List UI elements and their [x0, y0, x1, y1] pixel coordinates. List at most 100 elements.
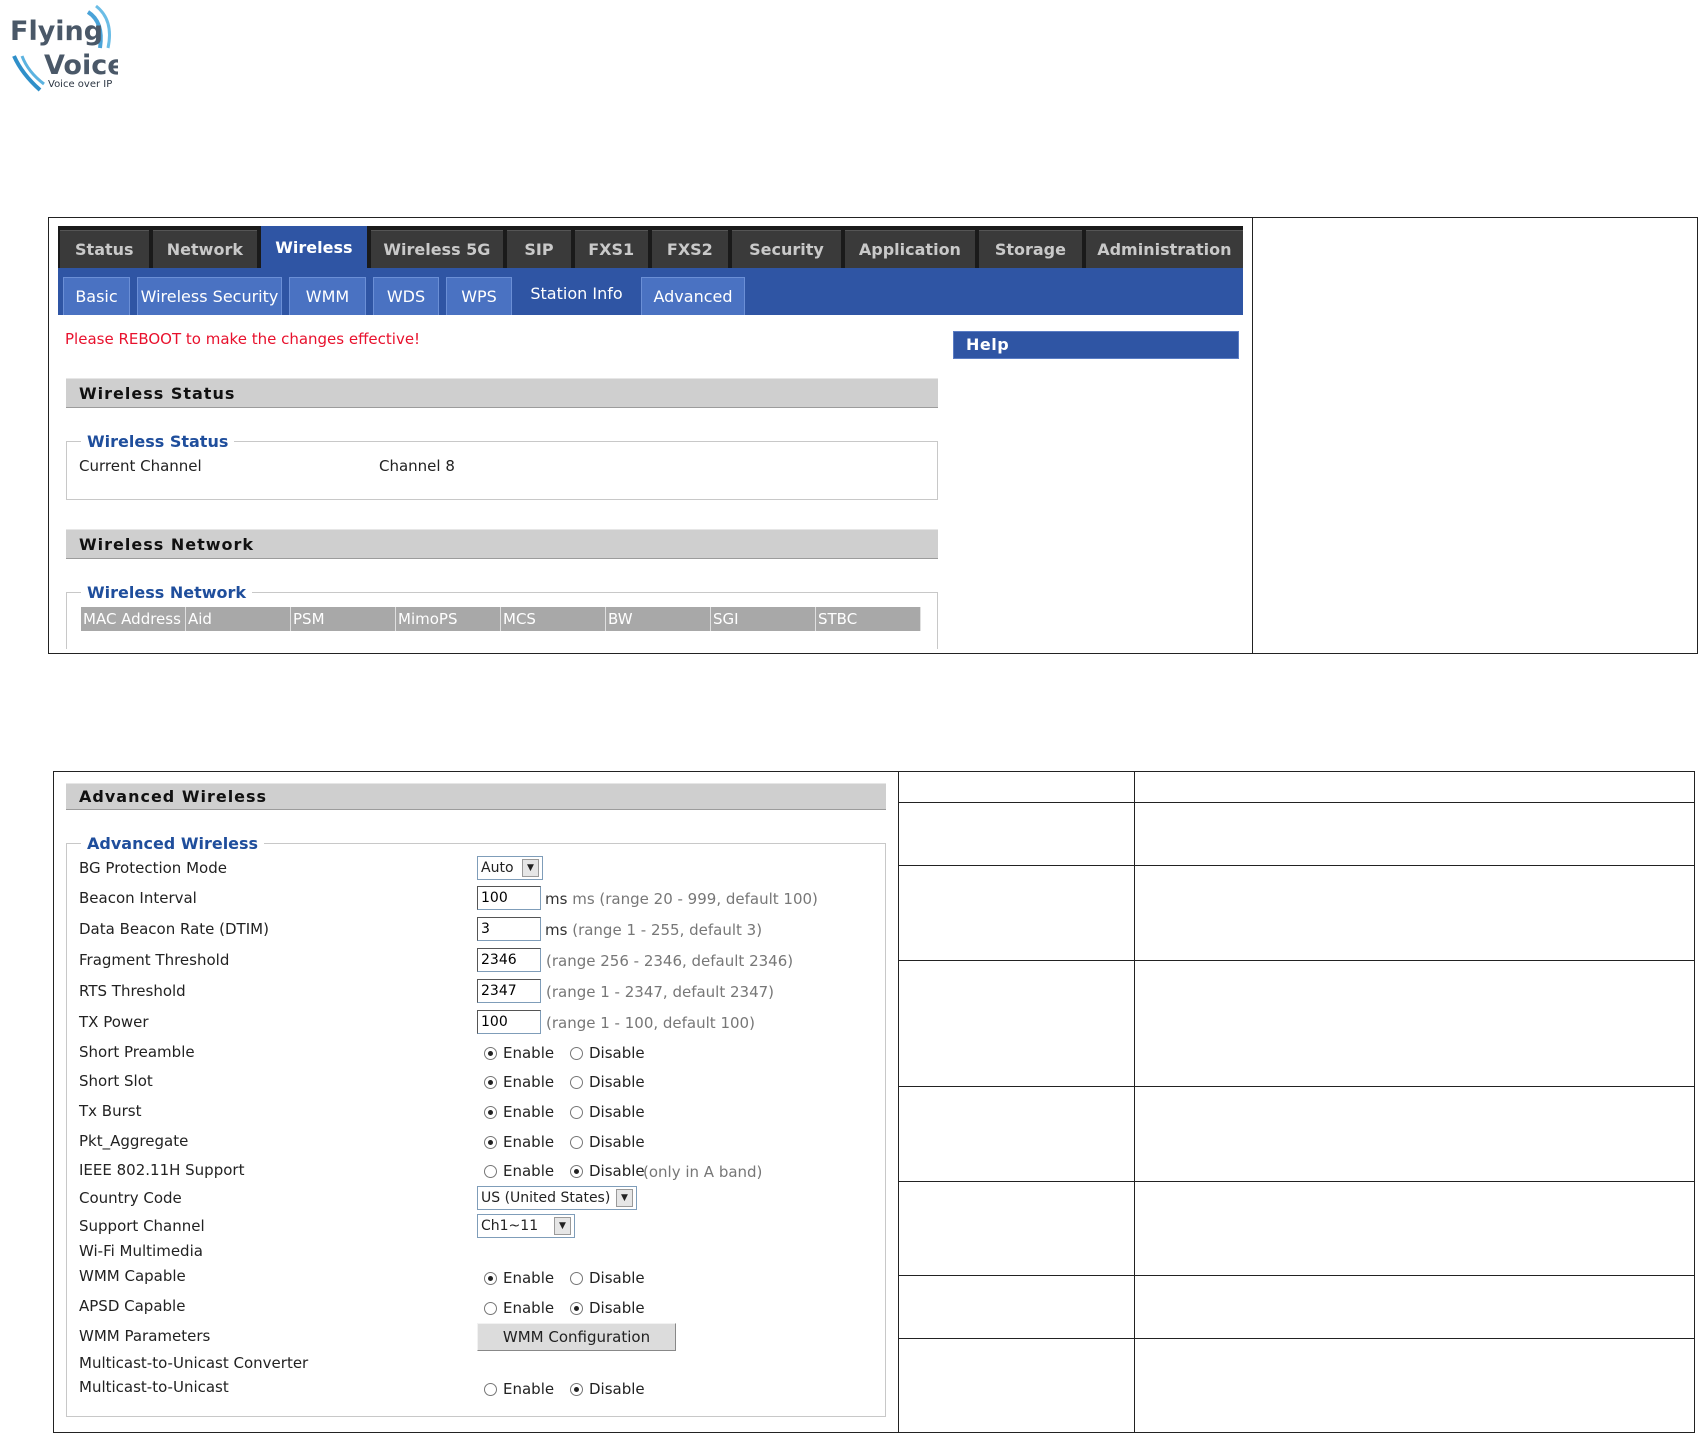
- dtim-range: (range 1 - 255, default 3): [572, 921, 763, 939]
- radio-selected-icon: [570, 1301, 583, 1315]
- support-channel-select[interactable]: Ch1~11 ▼: [477, 1214, 575, 1238]
- wmm-parameters-label: WMM Parameters: [79, 1327, 211, 1345]
- ieee-80211h-disable-radio[interactable]: Disable: [570, 1162, 645, 1180]
- tab-storage[interactable]: Storage: [979, 230, 1082, 268]
- radio-unselected-icon: [484, 1382, 497, 1396]
- subtab-wireless-security[interactable]: Wireless Security: [137, 277, 282, 315]
- station-table-header: MAC Address Aid PSM MimoPS MCS BW SGI ST…: [81, 607, 923, 631]
- subtab-wps[interactable]: WPS: [446, 277, 512, 315]
- tab-security[interactable]: Security: [732, 230, 841, 268]
- rts-threshold-label: RTS Threshold: [79, 982, 186, 1000]
- sub-nav: Basic Wireless Security WMM WDS WPS Stat…: [58, 268, 1243, 315]
- tx-power-label: TX Power: [79, 1013, 149, 1031]
- short-slot-disable-radio[interactable]: Disable: [570, 1073, 645, 1091]
- subtab-wds[interactable]: WDS: [373, 277, 439, 315]
- wmm-capable-disable-radio[interactable]: Disable: [570, 1269, 645, 1287]
- multicast-disable-radio[interactable]: Disable: [570, 1380, 645, 1398]
- radio-selected-icon: [484, 1046, 497, 1060]
- table-rule: [898, 802, 1695, 803]
- column-sgi: SGI: [711, 607, 816, 631]
- disable-label: Disable: [589, 1269, 645, 1287]
- wmm-capable-enable-radio[interactable]: Enable: [484, 1269, 554, 1287]
- enable-label: Enable: [503, 1044, 555, 1062]
- radio-selected-icon: [484, 1075, 497, 1089]
- multicast-enable-radio[interactable]: Enable: [484, 1380, 554, 1398]
- subtab-advanced[interactable]: Advanced: [641, 277, 745, 315]
- subtab-station-info[interactable]: Station Info: [519, 271, 634, 315]
- tab-sip[interactable]: SIP: [507, 230, 571, 268]
- table-rule: [898, 1086, 1695, 1087]
- tx-power-input[interactable]: [477, 1010, 541, 1034]
- tab-network[interactable]: Network: [152, 230, 258, 268]
- fragment-threshold-input[interactable]: [477, 948, 541, 972]
- enable-label: Enable: [503, 1269, 555, 1287]
- tx-burst-enable-radio[interactable]: Enable: [484, 1103, 554, 1121]
- country-code-label: Country Code: [79, 1189, 182, 1207]
- tab-wireless-5g[interactable]: Wireless 5G: [370, 230, 504, 268]
- radio-unselected-icon: [570, 1105, 583, 1119]
- multicast-converter-label: Multicast-to-Unicast Converter: [79, 1354, 309, 1372]
- apsd-capable-disable-radio[interactable]: Disable: [570, 1299, 645, 1317]
- multicast-to-unicast-label: Multicast-to-Unicast: [79, 1378, 229, 1396]
- bg-protection-value: Auto: [481, 860, 514, 876]
- radio-unselected-icon: [570, 1135, 583, 1149]
- radio-selected-icon: [484, 1105, 497, 1119]
- disable-label: Disable: [589, 1044, 645, 1062]
- subtab-basic[interactable]: Basic: [63, 277, 130, 315]
- subtab-wmm[interactable]: WMM: [289, 277, 366, 315]
- rts-threshold-hint: (range 1 - 2347, default 2347): [546, 983, 775, 1001]
- disable-label: Disable: [589, 1073, 645, 1091]
- beacon-interval-input[interactable]: [477, 886, 541, 910]
- enable-label: Enable: [503, 1103, 555, 1121]
- disable-label: Disable: [589, 1380, 645, 1398]
- short-preamble-disable-radio[interactable]: Disable: [570, 1044, 645, 1062]
- short-slot-enable-radio[interactable]: Enable: [484, 1073, 554, 1091]
- table-divider: [898, 771, 899, 1433]
- radio-unselected-icon: [570, 1271, 583, 1285]
- wmm-capable-label: WMM Capable: [79, 1267, 186, 1285]
- column-mac-address: MAC Address: [81, 607, 186, 631]
- help-header: Help: [953, 331, 1239, 359]
- short-slot-label: Short Slot: [79, 1072, 153, 1090]
- tab-status[interactable]: Status: [60, 230, 149, 268]
- wireless-network-legend: Wireless Network: [87, 583, 247, 602]
- short-preamble-enable-radio[interactable]: Enable: [484, 1044, 554, 1062]
- radio-unselected-icon: [484, 1301, 497, 1315]
- radio-selected-icon: [484, 1135, 497, 1149]
- pkt-aggregate-disable-radio[interactable]: Disable: [570, 1133, 645, 1151]
- table-rule: [898, 960, 1695, 961]
- dtim-input[interactable]: [477, 917, 541, 941]
- bg-protection-select[interactable]: Auto ▼: [477, 856, 543, 880]
- enable-label: Enable: [503, 1380, 555, 1398]
- tx-power-hint: (range 1 - 100, default 100): [546, 1014, 755, 1032]
- wmm-configuration-button[interactable]: WMM Configuration: [477, 1323, 676, 1351]
- country-code-select[interactable]: US (United States) ▼: [477, 1186, 637, 1210]
- disable-label: Disable: [589, 1133, 645, 1151]
- table-rule: [898, 1275, 1695, 1276]
- advanced-wireless-legend: Advanced Wireless: [87, 834, 259, 853]
- bg-protection-label: BG Protection Mode: [79, 859, 227, 877]
- short-preamble-label: Short Preamble: [79, 1043, 195, 1061]
- enable-label: Enable: [503, 1162, 555, 1180]
- apsd-capable-label: APSD Capable: [79, 1297, 186, 1315]
- enable-label: Enable: [503, 1299, 555, 1317]
- tab-wireless[interactable]: Wireless: [261, 226, 367, 268]
- ieee-80211h-enable-radio[interactable]: Enable: [484, 1162, 554, 1180]
- dtim-label: Data Beacon Rate (DTIM): [79, 920, 269, 938]
- support-channel-value: Ch1~11: [481, 1218, 539, 1234]
- table-rule: [898, 1338, 1695, 1339]
- pkt-aggregate-enable-radio[interactable]: Enable: [484, 1133, 554, 1151]
- logo-line2: Voice: [44, 50, 118, 81]
- tx-burst-label: Tx Burst: [79, 1102, 142, 1120]
- tx-burst-disable-radio[interactable]: Disable: [570, 1103, 645, 1121]
- table-divider: [1134, 771, 1135, 1433]
- tab-fxs2[interactable]: FXS2: [651, 230, 729, 268]
- tab-administration[interactable]: Administration: [1085, 230, 1243, 268]
- radio-unselected-icon: [570, 1046, 583, 1060]
- main-nav: Status Network Wireless Wireless 5G SIP …: [58, 226, 1243, 268]
- rts-threshold-input[interactable]: [477, 979, 541, 1003]
- tab-application[interactable]: Application: [844, 230, 976, 268]
- apsd-capable-enable-radio[interactable]: Enable: [484, 1299, 554, 1317]
- beacon-interval-hint: ms ms (range 20 - 999, default 100): [545, 890, 818, 908]
- tab-fxs1[interactable]: FXS1: [574, 230, 648, 268]
